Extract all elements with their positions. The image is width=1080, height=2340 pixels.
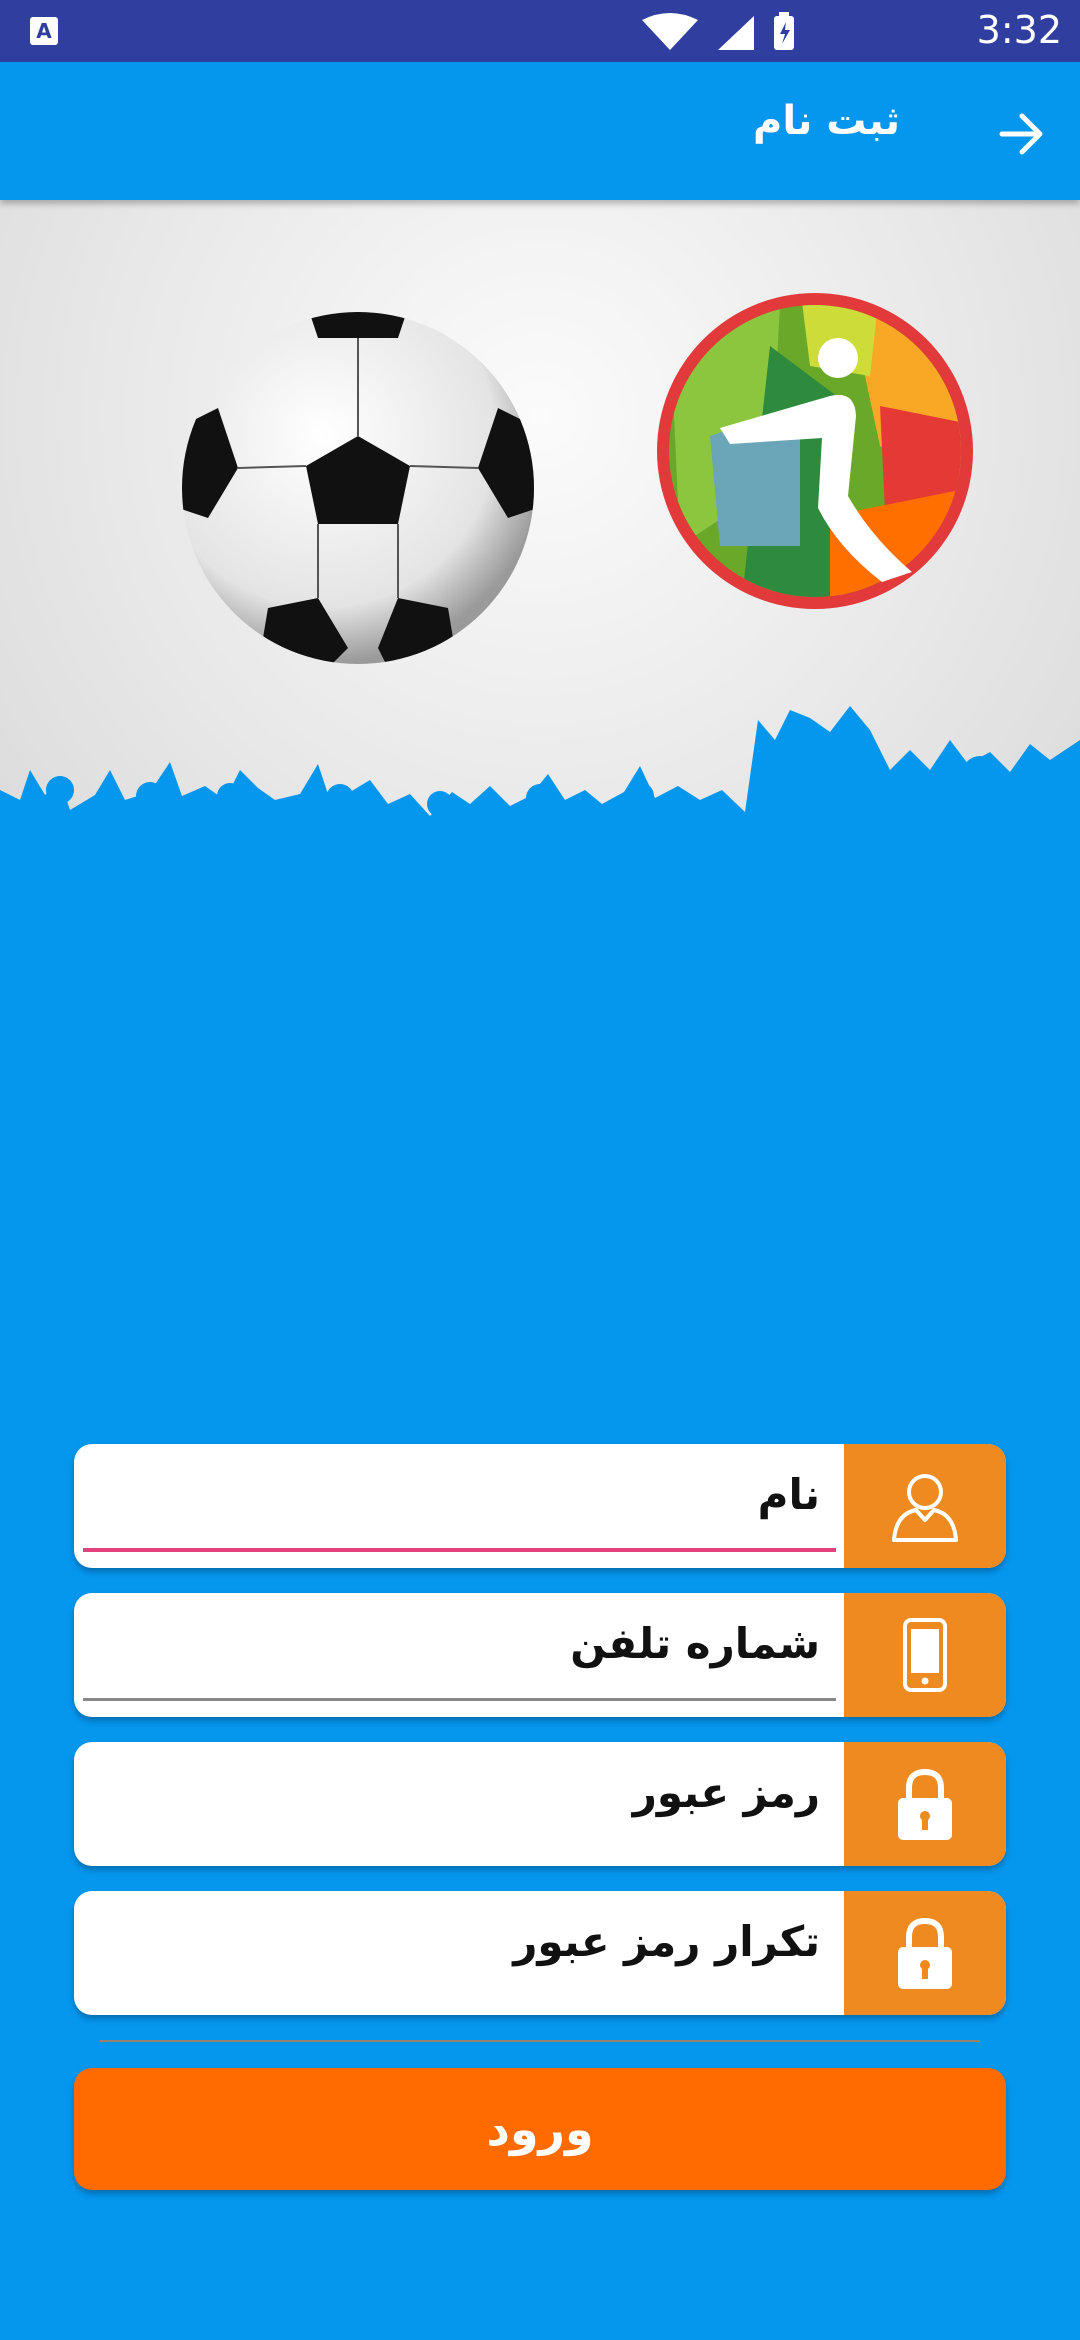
crowd-silhouette: [0, 706, 1080, 920]
app-bar: ثبت نام: [0, 62, 1080, 200]
repeat-password-input[interactable]: تکرار رمز عبور: [513, 1917, 820, 1966]
wifi-icon: [642, 13, 698, 50]
phone-underline: [83, 1698, 836, 1701]
lock-icon: [898, 1917, 952, 1989]
phone-icon-box: [844, 1593, 1006, 1717]
password-field[interactable]: رمز عبور: [74, 1742, 1006, 1866]
app-logo: [657, 293, 973, 609]
soccer-ball-image: [182, 312, 534, 664]
name-icon-box: [844, 1444, 1006, 1568]
mobile-phone-icon: [903, 1618, 947, 1692]
phone-input[interactable]: شماره تلفن: [570, 1619, 820, 1668]
page-title: ثبت نام: [753, 98, 900, 144]
hero-banner: [0, 200, 1080, 920]
notification-icon: A: [30, 17, 58, 45]
signal-icon: [718, 16, 754, 50]
lock-icon: [898, 1768, 952, 1840]
clock: 3:32: [976, 8, 1062, 52]
arrow-right-icon[interactable]: [992, 104, 1052, 164]
divider: [100, 2040, 980, 2042]
password-input[interactable]: رمز عبور: [633, 1768, 820, 1817]
password-icon-box: [844, 1742, 1006, 1866]
repeat-password-icon-box: [844, 1891, 1006, 2015]
user-icon: [892, 1474, 958, 1542]
submit-button[interactable]: ورود: [74, 2068, 1006, 2190]
phone-field[interactable]: شماره تلفن: [74, 1593, 1006, 1717]
status-icons: [642, 12, 794, 50]
status-bar: A 3:32: [0, 0, 1080, 62]
name-input[interactable]: نام: [758, 1470, 820, 1519]
repeat-password-field[interactable]: تکرار رمز عبور: [74, 1891, 1006, 2015]
name-field[interactable]: نام: [74, 1444, 1006, 1568]
name-underline: [83, 1548, 836, 1552]
